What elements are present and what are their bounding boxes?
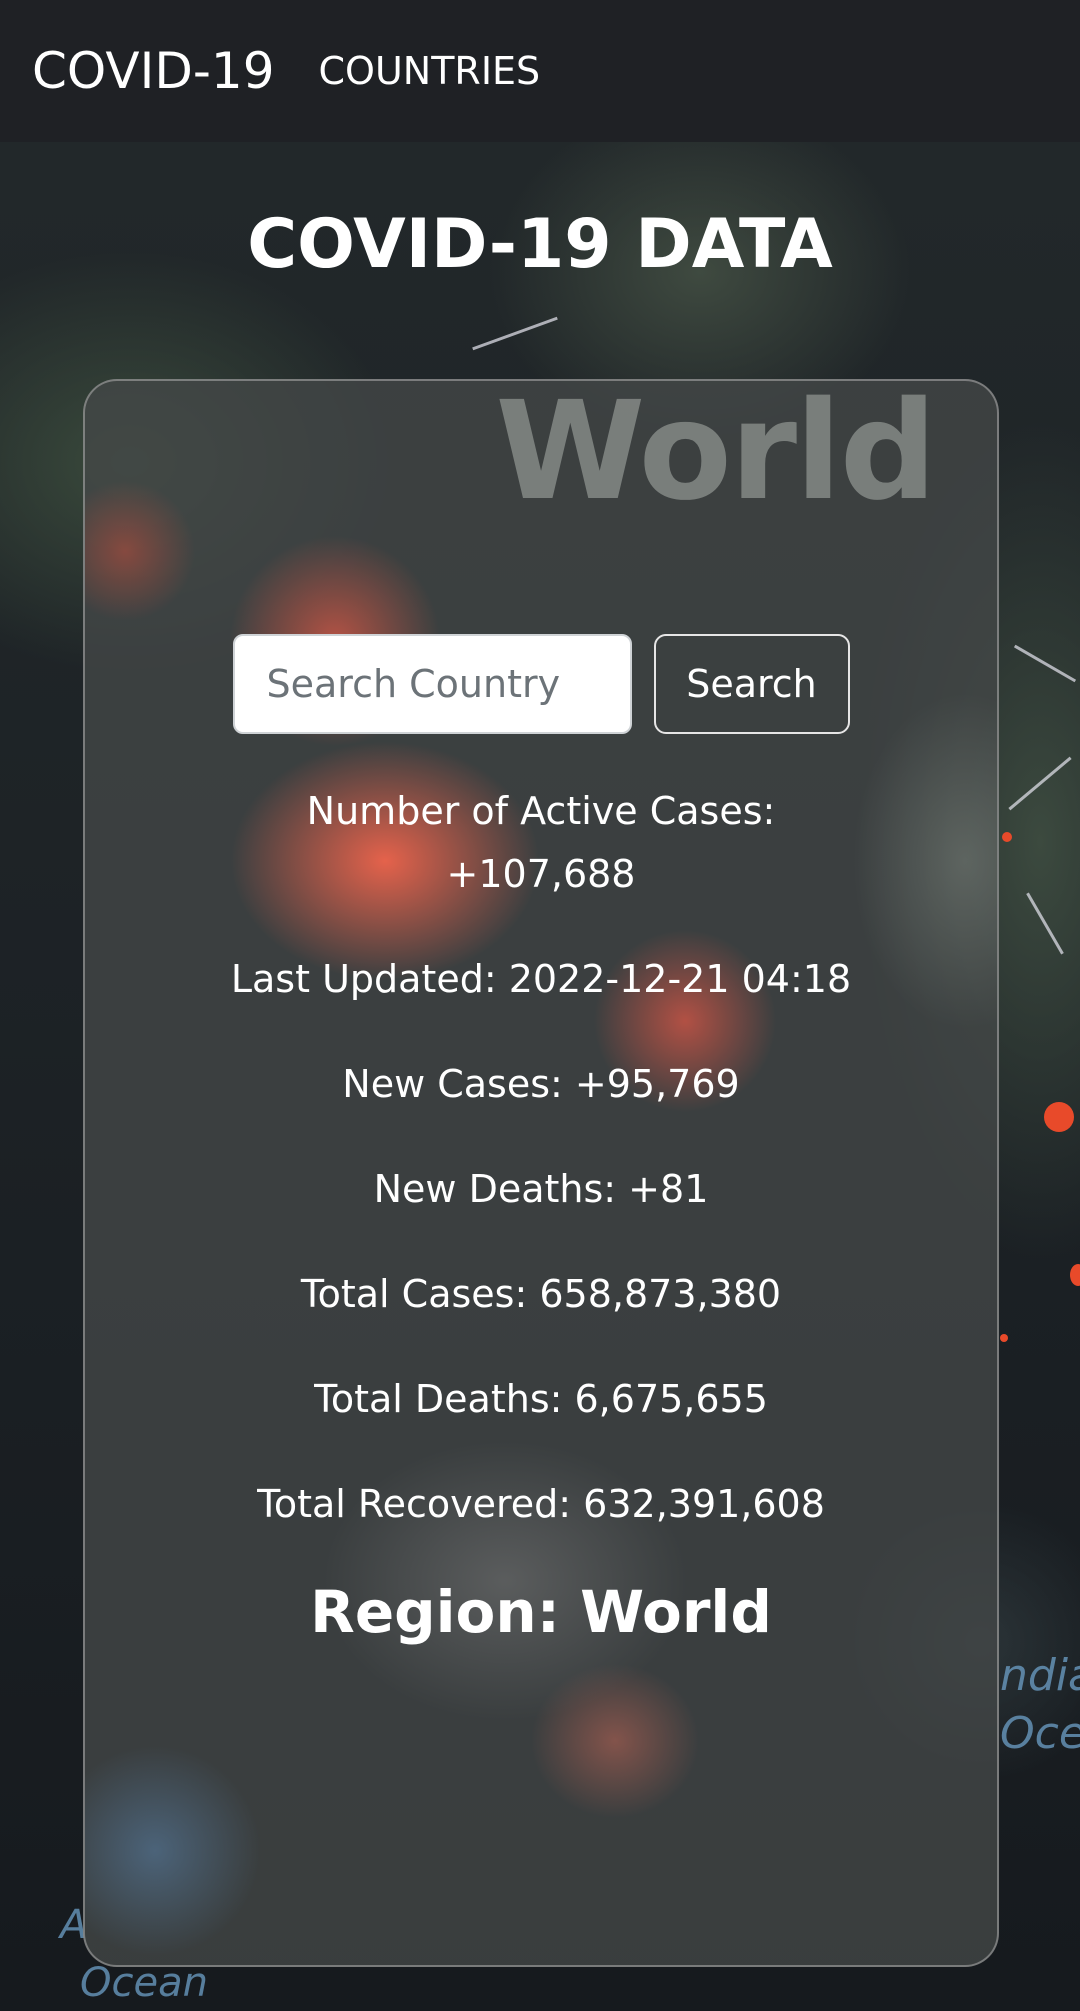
total-recovered-text: Total Recovered: 632,391,608 (257, 1482, 825, 1526)
region-watermark: World (495, 379, 937, 531)
map-hotspot-dot (1002, 832, 1012, 842)
map-border-line (1013, 644, 1077, 683)
ocean-label: ndia (1000, 1650, 1080, 1701)
total-cases-text: Total Cases: 658,873,380 (300, 1272, 782, 1316)
search-form: Search (85, 634, 997, 734)
search-country-input[interactable] (232, 634, 632, 734)
map-border-line (1026, 892, 1064, 955)
last-updated-text: Last Updated: 2022-12-21 04:18 (230, 957, 852, 1001)
nav-link-countries[interactable]: COUNTRIES (319, 49, 541, 93)
new-cases-text: New Cases: +95,769 (342, 1062, 740, 1106)
stats-card: World Search Number of Active Cases: +10… (83, 379, 999, 1967)
map-hotspot-dot (1044, 1102, 1074, 1132)
map-hotspot-dot (1000, 1334, 1008, 1342)
page-title: COVID-19 DATA (247, 205, 833, 284)
search-button[interactable]: Search (653, 634, 850, 734)
new-deaths-text: New Deaths: +81 (373, 1167, 709, 1211)
top-navbar: COVID-19 COUNTRIES (0, 0, 1080, 142)
map-border-line (472, 316, 558, 351)
stats-list: Number of Active Cases: +107,688 Last Up… (85, 780, 997, 1646)
brand-link[interactable]: COVID-19 (32, 42, 275, 100)
region-heading: Region: World (310, 1578, 772, 1646)
active-cases-text: Number of Active Cases: +107,688 (306, 789, 776, 896)
map-hotspot-dot (1070, 1264, 1080, 1286)
ocean-label: Oce (1000, 1708, 1080, 1759)
map-border-line (1008, 756, 1072, 811)
total-deaths-text: Total Deaths: 6,675,655 (314, 1377, 768, 1421)
